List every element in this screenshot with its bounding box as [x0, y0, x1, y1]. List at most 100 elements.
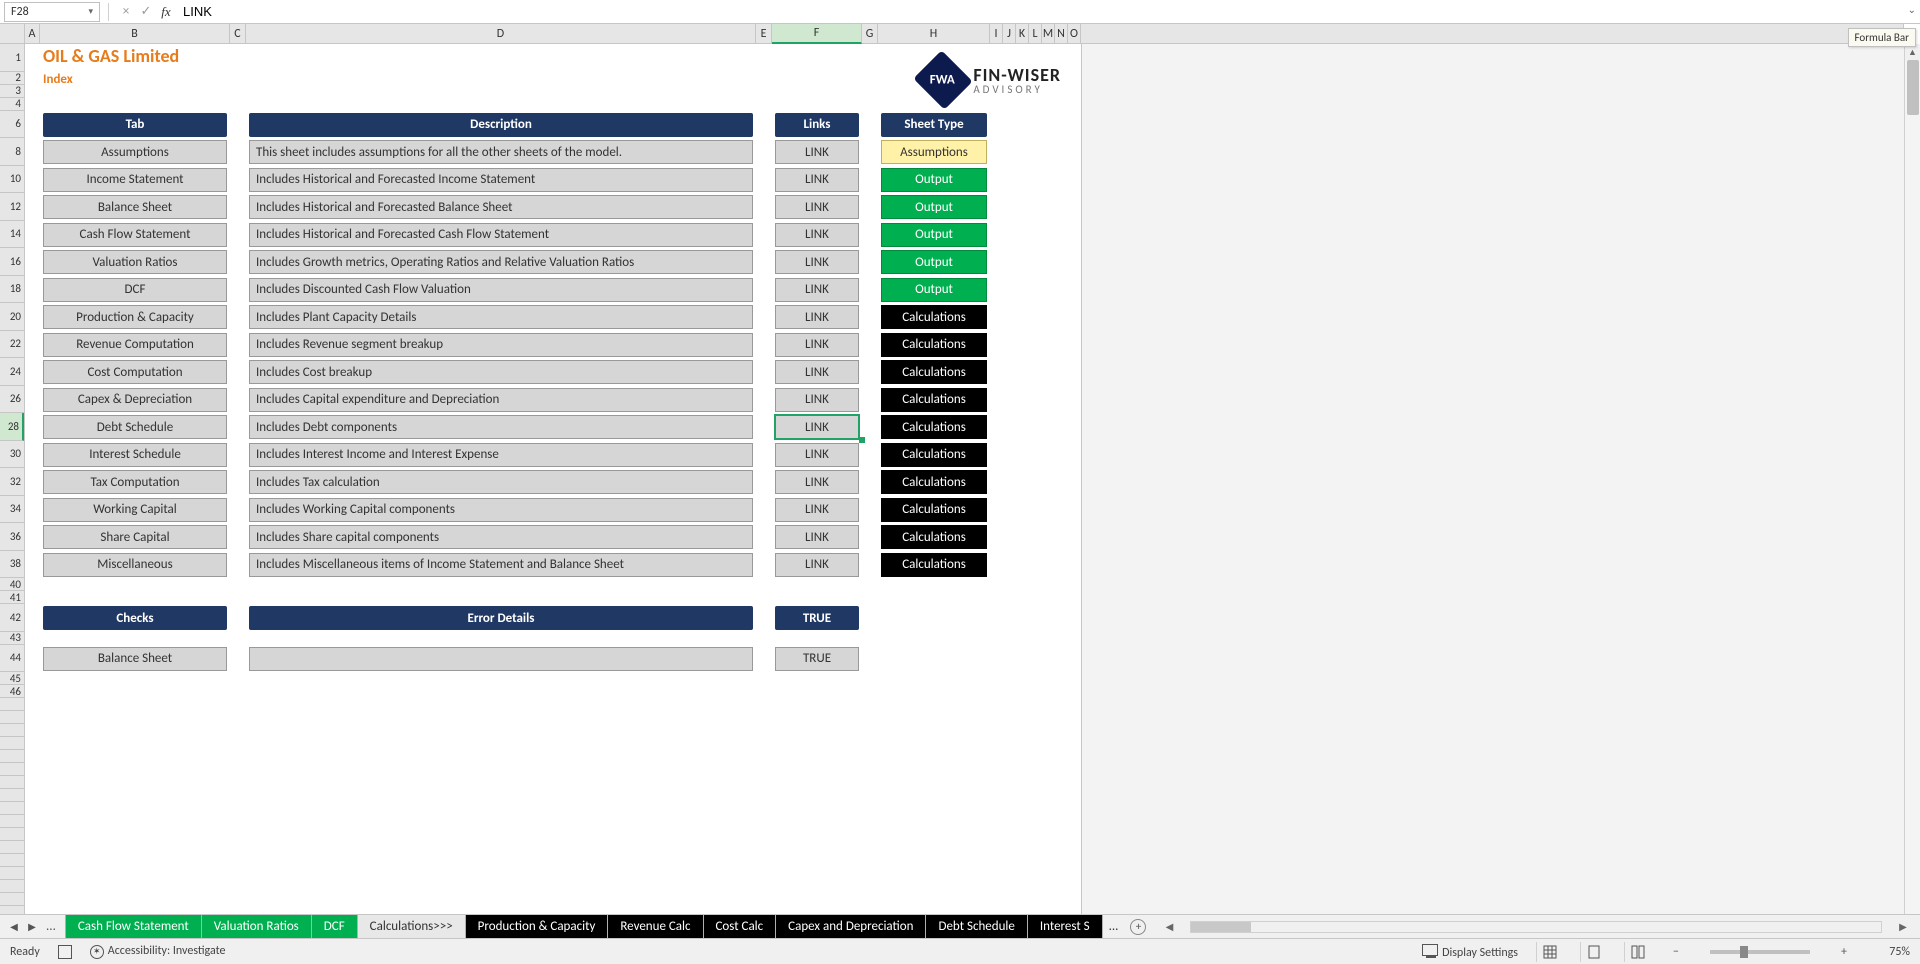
- row-header-16[interactable]: 16: [0, 248, 24, 276]
- index-link-3[interactable]: LINK: [775, 223, 859, 247]
- col-header-H[interactable]: H: [878, 24, 990, 44]
- zoom-slider[interactable]: [1710, 950, 1810, 954]
- formula-expand-icon[interactable]: ⌄: [1908, 3, 1916, 16]
- select-all-corner[interactable]: [0, 24, 25, 44]
- index-link-9[interactable]: LINK: [775, 388, 859, 412]
- col-header-M[interactable]: M: [1042, 24, 1055, 44]
- tab-more-right[interactable]: ...: [1103, 919, 1125, 934]
- row-header-14[interactable]: 14: [0, 221, 24, 249]
- col-header-G[interactable]: G: [862, 24, 878, 44]
- col-header-D[interactable]: D: [246, 24, 756, 44]
- col-header-L[interactable]: L: [1029, 24, 1042, 44]
- index-link-13[interactable]: LINK: [775, 498, 859, 522]
- row-header-32[interactable]: 32: [0, 468, 24, 496]
- sheet-tab-revenue-calc[interactable]: Revenue Calc: [607, 915, 703, 938]
- row-header-20[interactable]: 20: [0, 303, 24, 331]
- col-header-C[interactable]: C: [230, 24, 246, 44]
- row-header-30[interactable]: 30: [0, 441, 24, 469]
- pagebreak-view-icon[interactable]: [1624, 942, 1650, 962]
- index-link-12[interactable]: LINK: [775, 470, 859, 494]
- sheet-tab-cash-flow-statement[interactable]: Cash Flow Statement: [65, 915, 202, 938]
- index-link-7[interactable]: LINK: [775, 333, 859, 357]
- col-header-A[interactable]: A: [25, 24, 40, 44]
- tab-hscroll[interactable]: ◀ ▶: [1152, 915, 1920, 938]
- sheet-tab-interest-s[interactable]: Interest S: [1027, 915, 1103, 938]
- display-settings-button[interactable]: Display Settings: [1422, 944, 1518, 960]
- row-header-38[interactable]: 38: [0, 551, 24, 579]
- sheet-tab-capex-and-depreciation[interactable]: Capex and Depreciation: [775, 915, 926, 938]
- selection-handle[interactable]: [859, 437, 865, 443]
- row-header-8[interactable]: 8: [0, 138, 24, 166]
- sheet-tab-debt-schedule[interactable]: Debt Schedule: [925, 915, 1027, 938]
- row-header-3[interactable]: 3: [0, 85, 24, 98]
- row-header-18[interactable]: 18: [0, 276, 24, 304]
- row-header-36[interactable]: 36: [0, 523, 24, 551]
- row-header-44[interactable]: 44: [0, 645, 24, 673]
- index-link-10[interactable]: LINK: [775, 415, 859, 439]
- row-header-46[interactable]: 46: [0, 685, 24, 698]
- page-layout-view-icon[interactable]: [1580, 942, 1606, 962]
- index-link-1[interactable]: LINK: [775, 168, 859, 192]
- row-header-40[interactable]: 40: [0, 578, 24, 591]
- sheet-tab-dcf[interactable]: DCF: [311, 915, 358, 938]
- scroll-track[interactable]: [1905, 60, 1920, 915]
- sheet-tab-valuation-ratios[interactable]: Valuation Ratios: [201, 915, 312, 938]
- index-link-11[interactable]: LINK: [775, 443, 859, 467]
- col-header-I[interactable]: I: [990, 24, 1003, 44]
- row-header-1[interactable]: 1: [0, 44, 24, 72]
- formula-input[interactable]: [177, 2, 1916, 22]
- hscroll-left-icon[interactable]: ◀: [1162, 920, 1176, 933]
- sheet-tab-production-capacity[interactable]: Production & Capacity: [465, 915, 609, 938]
- index-link-6[interactable]: LINK: [775, 305, 859, 329]
- col-header-F[interactable]: F: [772, 24, 862, 44]
- row-header-22[interactable]: 22: [0, 331, 24, 359]
- sheet-canvas[interactable]: OIL & GAS Limited Index FWA FIN-WISER AD…: [25, 44, 1904, 931]
- row-header-4[interactable]: 4: [0, 98, 24, 111]
- scroll-thumb[interactable]: [1907, 60, 1919, 115]
- zoom-out-icon[interactable]: −: [1668, 945, 1684, 959]
- index-link-15[interactable]: LINK: [775, 553, 859, 577]
- name-box[interactable]: F28 ▾: [4, 2, 100, 22]
- index-link-14[interactable]: LINK: [775, 525, 859, 549]
- accessibility-status[interactable]: ✶Accessibility: Investigate: [90, 944, 226, 959]
- row-header-34[interactable]: 34: [0, 496, 24, 524]
- row-header-26[interactable]: 26: [0, 386, 24, 414]
- hscroll-right-icon[interactable]: ▶: [1896, 920, 1910, 933]
- row-header-24[interactable]: 24: [0, 358, 24, 386]
- col-header-J[interactable]: J: [1003, 24, 1016, 44]
- row-header-2[interactable]: 2: [0, 72, 24, 85]
- index-link-8[interactable]: LINK: [775, 360, 859, 384]
- col-header-E[interactable]: E: [756, 24, 772, 44]
- index-link-4[interactable]: LINK: [775, 250, 859, 274]
- col-header-N[interactable]: N: [1055, 24, 1068, 44]
- accept-formula-icon[interactable]: ✓: [137, 3, 155, 21]
- row-header-10[interactable]: 10: [0, 166, 24, 194]
- index-link-2[interactable]: LINK: [775, 195, 859, 219]
- col-header-B[interactable]: B: [40, 24, 230, 44]
- row-header-6[interactable]: 6: [0, 111, 24, 139]
- col-header-O[interactable]: O: [1068, 24, 1081, 44]
- row-header-45[interactable]: 45: [0, 672, 24, 685]
- tab-more-left[interactable]: ...: [42, 919, 60, 934]
- index-link-5[interactable]: LINK: [775, 278, 859, 302]
- normal-view-icon[interactable]: [1536, 942, 1562, 962]
- row-header-43[interactable]: 43: [0, 632, 24, 645]
- name-box-dropdown-icon[interactable]: ▾: [88, 6, 93, 17]
- col-header-K[interactable]: K: [1016, 24, 1029, 44]
- row-header-41[interactable]: 41: [0, 591, 24, 604]
- hscroll-thumb[interactable]: [1191, 922, 1251, 932]
- index-link-0[interactable]: LINK: [775, 140, 859, 164]
- zoom-in-icon[interactable]: +: [1836, 945, 1852, 959]
- hscroll-track[interactable]: [1190, 921, 1882, 933]
- macro-record-icon[interactable]: [58, 945, 72, 959]
- zoom-knob[interactable]: [1740, 946, 1748, 958]
- tab-next-icon[interactable]: ▶: [24, 919, 40, 935]
- vertical-scrollbar[interactable]: ▲ ▼: [1904, 44, 1920, 931]
- new-sheet-button[interactable]: +: [1124, 915, 1152, 938]
- tab-prev-icon[interactable]: ◀: [6, 919, 22, 935]
- row-header-12[interactable]: 12: [0, 193, 24, 221]
- row-header-28[interactable]: 28: [0, 413, 24, 441]
- zoom-level[interactable]: 75%: [1870, 945, 1910, 959]
- sheet-tab-cost-calc[interactable]: Cost Calc: [703, 915, 777, 938]
- sheet-tab-calculations-[interactable]: Calculations>>>: [357, 915, 466, 938]
